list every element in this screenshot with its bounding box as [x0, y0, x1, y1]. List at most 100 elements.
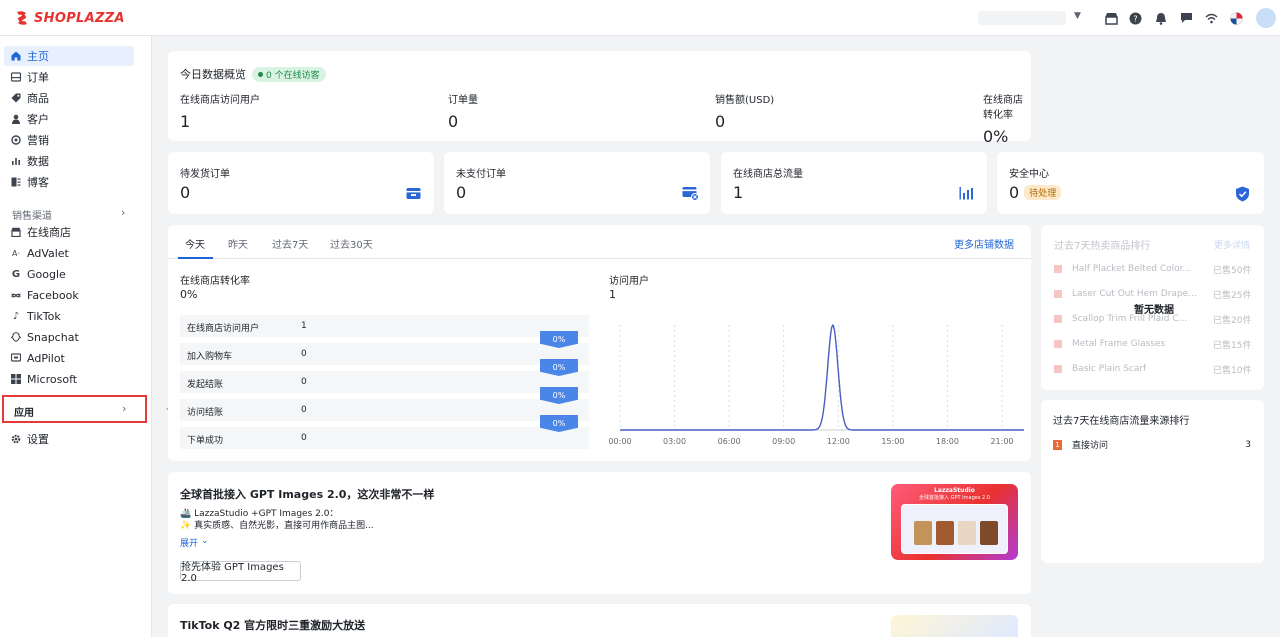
person-icon	[11, 114, 21, 124]
message-icon[interactable]	[1178, 10, 1194, 26]
sidebar-item-customers[interactable]: 客户	[4, 109, 134, 129]
visitors-value: 1	[609, 288, 616, 301]
promo-title: TikTok Q2 官方限时三重激励大放送	[180, 619, 366, 632]
x-tick-label: 06:00	[718, 437, 741, 446]
help-icon[interactable]: ?	[1127, 10, 1143, 26]
list-item: 1 直接访问 3	[1053, 438, 1251, 451]
promo-card: 全球首批接入 GPT Images 2.0，这次非常不一样 🚢 LazzaStu…	[168, 472, 1031, 594]
sidebar-item-tiktok[interactable]: ♪ TikTok	[4, 306, 134, 326]
svg-text:?: ?	[1133, 14, 1137, 23]
sidebar-item-label: 订单	[27, 71, 49, 84]
sidebar-item-products[interactable]: 商品	[4, 88, 134, 108]
pending-badge: 待处理	[1024, 185, 1062, 200]
empty-state-label: 暂无数据	[1134, 305, 1174, 316]
card-label: 未支付订单	[456, 169, 506, 180]
funnel-row: 下单成功 0	[180, 427, 589, 449]
date-range-tabs: 今天 昨天 过去7天 过去30天 更多店铺数据	[168, 225, 1031, 259]
x-tick-label: 00:00	[608, 437, 631, 446]
today-overview-card: 今日数据概览 0 个在线访客 在线商店访问用户 1 订单量 0 销售额(USD)…	[168, 51, 1031, 146]
store-icon[interactable]	[1103, 10, 1119, 26]
store-selector[interactable]	[978, 11, 1066, 25]
hot-products-card: 过去7天热卖商品排行 更多详情 Half Placket Belted Colo…	[1041, 225, 1264, 390]
online-visitors-badge: 0 个在线访客	[252, 66, 326, 82]
sidebar-item-advalet[interactable]: A· AdValet	[4, 243, 134, 263]
x-tick-label: 21:00	[990, 437, 1013, 446]
funnel-row: 在线商店访问用户 1	[180, 315, 589, 337]
promo-banner-image[interactable]	[891, 615, 1018, 637]
tab-yesterday[interactable]: 昨天	[228, 236, 248, 251]
total-traffic-card[interactable]: 在线商店总流量 1	[721, 152, 987, 214]
home-icon	[11, 51, 21, 61]
unpaid-card-icon	[682, 187, 699, 201]
promo-card-2: TikTok Q2 官方限时三重激励大放送	[168, 604, 1031, 637]
shoplazza-logo[interactable]: SHOPLAZZA	[14, 10, 125, 26]
promo-banner-image[interactable]: LazzaStudio 全球首批接入 GPT Images 2.0	[891, 484, 1018, 560]
sidebar-item-online-store[interactable]: 在线商店	[4, 222, 134, 242]
sidebar-item-label: 营销	[27, 134, 49, 147]
sidebar-item-microsoft[interactable]: Microsoft	[4, 369, 134, 389]
metric-conversion: 在线商店转化率 0%	[983, 95, 1023, 146]
sidebar-item-marketing[interactable]: 营销	[4, 130, 134, 150]
visitors-series-line	[620, 324, 1024, 431]
tab-last-30-days[interactable]: 过去30天	[330, 236, 373, 251]
metric-sales: 销售额(USD) 0	[715, 95, 775, 131]
sidebar-item-facebook[interactable]: Facebook	[4, 285, 134, 305]
sidebar-item-label: Microsoft	[27, 372, 78, 386]
sidebar-item-label: AdValet	[27, 246, 69, 260]
adpilot-icon	[11, 353, 21, 363]
wifi-icon[interactable]	[1203, 10, 1219, 26]
sidebar-item-orders[interactable]: 订单	[4, 67, 134, 87]
sidebar-item-label: Facebook	[27, 288, 79, 302]
sidebar-item-label: TikTok	[27, 309, 61, 323]
banner-subtitle: 全球首批接入 GPT Images 2.0	[919, 495, 990, 501]
card-value: 0	[1009, 183, 1020, 202]
x-tick-label: 03:00	[663, 437, 686, 446]
store-icon	[11, 227, 21, 237]
sidebar-item-home[interactable]: 主页	[4, 46, 134, 66]
chevron-right-icon: ›	[122, 402, 127, 415]
sidebar-item-apps[interactable]: 应用 ›	[2, 395, 147, 423]
tab-last-7-days[interactable]: 过去7天	[272, 236, 308, 251]
list-item: Basic Plain Scarf 已售10件	[1054, 364, 1251, 376]
tab-today[interactable]: 今天	[185, 236, 205, 251]
metric-orders: 订单量 0	[448, 95, 478, 131]
hot-products-title: 过去7天热卖商品排行	[1054, 241, 1151, 252]
list-item: Scallop Trim Frill Plaid C... 已售20件	[1054, 314, 1251, 326]
sidebar-item-label: 主页	[27, 50, 49, 63]
sidebar-item-label: Google	[27, 267, 66, 281]
sidebar-item-analytics[interactable]: 数据	[4, 151, 134, 171]
chevron-down-icon[interactable]: ▼	[1074, 11, 1081, 21]
sidebar-item-blog[interactable]: 博客	[4, 172, 134, 192]
brand-name: SHOPLAZZA	[34, 10, 125, 26]
more-store-data-link[interactable]: 更多店铺数据	[954, 236, 1014, 251]
sidebar-item-label: 商品	[27, 92, 49, 105]
sidebar-item-adpilot[interactable]: AdPilot	[4, 348, 134, 368]
x-tick-label: 09:00	[772, 437, 795, 446]
sidebar-item-google[interactable]: G Google	[4, 264, 134, 284]
language-flag-icon[interactable]	[1228, 10, 1244, 26]
order-icon	[11, 72, 21, 82]
bell-icon[interactable]	[1153, 10, 1169, 26]
active-tab-indicator	[178, 257, 213, 259]
sales-channels-label: 销售渠道	[12, 211, 52, 222]
security-center-card[interactable]: 安全中心 0 待处理	[997, 152, 1264, 214]
conversion-value: 0%	[180, 288, 198, 301]
chevron-right-icon[interactable]: ›	[121, 206, 125, 219]
x-tick-label: 15:00	[881, 437, 904, 446]
card-value: 0	[456, 183, 467, 202]
sidebar-item-settings[interactable]: 设置	[4, 429, 134, 449]
marketing-icon	[11, 135, 21, 145]
tag-icon	[11, 93, 21, 103]
try-gpt-images-button[interactable]: 抢先体验 GPT Images 2.0	[180, 561, 301, 584]
sidebar: 主页 订单 商品 客户 营销 数据 博客 销售渠道 › 在线商店 A· AdVa…	[0, 36, 152, 637]
sidebar-item-label: 博客	[27, 176, 49, 189]
sidebar-item-label: Snapchat	[27, 330, 79, 344]
tiktok-icon: ♪	[12, 310, 20, 322]
card-value: 1	[733, 183, 744, 202]
expand-link[interactable]: 展开 ⌄	[180, 536, 209, 549]
sidebar-item-snapchat[interactable]: Snapchat	[4, 327, 134, 347]
avatar[interactable]	[1256, 8, 1276, 28]
more-details-link[interactable]: 更多详情	[1214, 238, 1250, 251]
unpaid-orders-card[interactable]: 未支付订单 0	[444, 152, 710, 214]
pending-shipment-card[interactable]: 待发货订单 0	[168, 152, 434, 214]
